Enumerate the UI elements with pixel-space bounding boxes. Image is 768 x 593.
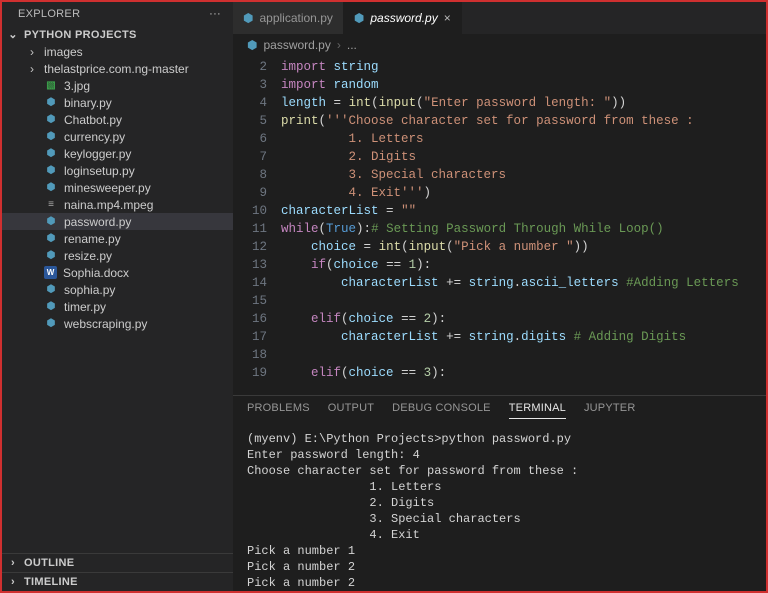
panel-tab-jupyter[interactable]: JUPYTER: [584, 402, 636, 419]
panel-tab-problems[interactable]: PROBLEMS: [247, 402, 310, 419]
file-tree-item[interactable]: ⬢ password.py: [2, 213, 233, 230]
file-tree-item[interactable]: › thelastprice.com.ng-master: [2, 60, 233, 77]
word-file-icon: W: [44, 266, 57, 279]
python-file-icon: ⬢: [44, 232, 58, 246]
panel-tab-output[interactable]: OUTPUT: [328, 402, 374, 419]
tab-bar: ⬢ application.py ⬢ password.py ×: [233, 2, 766, 34]
outline-label: OUTLINE: [24, 557, 74, 569]
chevron-right-icon: ›: [26, 62, 38, 76]
main-area: ⬢ application.py ⬢ password.py × ⬢ passw…: [233, 2, 766, 591]
python-file-icon: ⬢: [44, 181, 58, 195]
file-tree-item[interactable]: ⬢ loginsetup.py: [2, 162, 233, 179]
python-file-icon: ⬢: [44, 317, 58, 331]
file-name: minesweeper.py: [64, 181, 151, 195]
file-name: webscraping.py: [64, 317, 147, 331]
python-file-icon: ⬢: [44, 283, 58, 297]
timeline-label: TIMELINE: [24, 576, 78, 588]
image-file-icon: ▧: [44, 79, 58, 93]
python-file-icon: ⬢: [44, 164, 58, 178]
file-name: loginsetup.py: [64, 164, 135, 178]
file-name: sophia.py: [64, 283, 115, 297]
tab-password[interactable]: ⬢ password.py ×: [344, 2, 462, 34]
file-tree-item[interactable]: ⬢ keylogger.py: [2, 145, 233, 162]
timeline-section[interactable]: › TIMELINE: [2, 572, 233, 591]
file-tree-item[interactable]: ≡ naina.mp4.mpeg: [2, 196, 233, 213]
file-name: Chatbot.py: [64, 113, 122, 127]
project-name: PYTHON PROJECTS: [24, 29, 137, 41]
python-file-icon: ⬢: [44, 147, 58, 161]
python-file-icon: ⬢: [44, 130, 58, 144]
file-tree-item[interactable]: ⬢ timer.py: [2, 298, 233, 315]
breadcrumb-file: password.py: [263, 38, 330, 52]
file-name: resize.py: [64, 249, 112, 263]
breadcrumb-more: ...: [347, 38, 357, 52]
chevron-right-icon: ›: [6, 576, 20, 588]
file-tree-item[interactable]: W Sophia.docx: [2, 264, 233, 281]
python-file-icon: ⬢: [44, 96, 58, 110]
panel-tab-terminal[interactable]: TERMINAL: [509, 402, 566, 419]
file-name: timer.py: [64, 300, 106, 314]
app-root: EXPLORER ··· ⌄ PYTHON PROJECTS › images › t…: [2, 2, 766, 591]
project-header[interactable]: ⌄ PYTHON PROJECTS: [2, 26, 233, 43]
close-icon[interactable]: ×: [444, 11, 451, 25]
python-file-icon: ⬢: [243, 11, 253, 25]
chevron-right-icon: ›: [26, 45, 38, 59]
file-tree: › images › thelastprice.com.ng-master ▧ 3.jpg…: [2, 43, 233, 553]
code-content[interactable]: import stringimport randomlength = int(i…: [281, 58, 766, 395]
file-name: keylogger.py: [64, 147, 131, 161]
file-tree-item[interactable]: ⬢ sophia.py: [2, 281, 233, 298]
file-tree-item[interactable]: ⬢ Chatbot.py: [2, 111, 233, 128]
more-icon[interactable]: ···: [209, 8, 221, 20]
python-file-icon: ⬢: [44, 215, 58, 229]
line-number-gutter: 2345678910111213141516171819: [233, 58, 281, 395]
generic-file-icon: ≡: [44, 198, 58, 212]
file-name: currency.py: [64, 130, 125, 144]
python-file-icon: ⬢: [247, 38, 257, 52]
file-name: rename.py: [64, 232, 121, 246]
breadcrumb-separator-icon: ›: [337, 38, 341, 52]
panel-tab-bar: PROBLEMS OUTPUT DEBUG CONSOLE TERMINAL J…: [233, 396, 766, 425]
file-tree-item[interactable]: ⬢ webscraping.py: [2, 315, 233, 332]
file-tree-item[interactable]: ⬢ currency.py: [2, 128, 233, 145]
file-name: naina.mp4.mpeg: [64, 198, 153, 212]
panel-tab-debug[interactable]: DEBUG CONSOLE: [392, 402, 491, 419]
file-tree-item[interactable]: ⬢ minesweeper.py: [2, 179, 233, 196]
file-name: thelastprice.com.ng-master: [44, 62, 189, 76]
python-file-icon: ⬢: [354, 11, 364, 25]
sidebar-bottom: › OUTLINE › TIMELINE: [2, 553, 233, 591]
file-tree-item[interactable]: › images: [2, 43, 233, 60]
outline-section[interactable]: › OUTLINE: [2, 553, 233, 572]
breadcrumb[interactable]: ⬢ password.py › ...: [233, 34, 766, 56]
python-file-icon: ⬢: [44, 249, 58, 263]
file-name: Sophia.docx: [63, 266, 129, 280]
file-tree-item[interactable]: ⬢ resize.py: [2, 247, 233, 264]
tab-label: application.py: [259, 11, 332, 25]
file-name: password.py: [64, 215, 131, 229]
explorer-sidebar: EXPLORER ··· ⌄ PYTHON PROJECTS › images › t…: [2, 2, 233, 591]
python-file-icon: ⬢: [44, 300, 58, 314]
chevron-right-icon: ›: [6, 557, 20, 569]
chevron-down-icon: ⌄: [6, 28, 20, 41]
explorer-header: EXPLORER ···: [2, 2, 233, 26]
terminal-output[interactable]: (myenv) E:\Python Projects>python passwo…: [233, 425, 766, 591]
bottom-panel: PROBLEMS OUTPUT DEBUG CONSOLE TERMINAL J…: [233, 395, 766, 591]
file-name: images: [44, 45, 83, 59]
code-editor[interactable]: 2345678910111213141516171819 import stri…: [233, 56, 766, 395]
explorer-title: EXPLORER: [18, 8, 80, 20]
python-file-icon: ⬢: [44, 113, 58, 127]
file-name: 3.jpg: [64, 79, 90, 93]
file-tree-item[interactable]: ⬢ rename.py: [2, 230, 233, 247]
tab-application[interactable]: ⬢ application.py: [233, 2, 344, 34]
file-name: binary.py: [64, 96, 112, 110]
file-tree-item[interactable]: ⬢ binary.py: [2, 94, 233, 111]
file-tree-item[interactable]: ▧ 3.jpg: [2, 77, 233, 94]
tab-label: password.py: [370, 11, 437, 25]
